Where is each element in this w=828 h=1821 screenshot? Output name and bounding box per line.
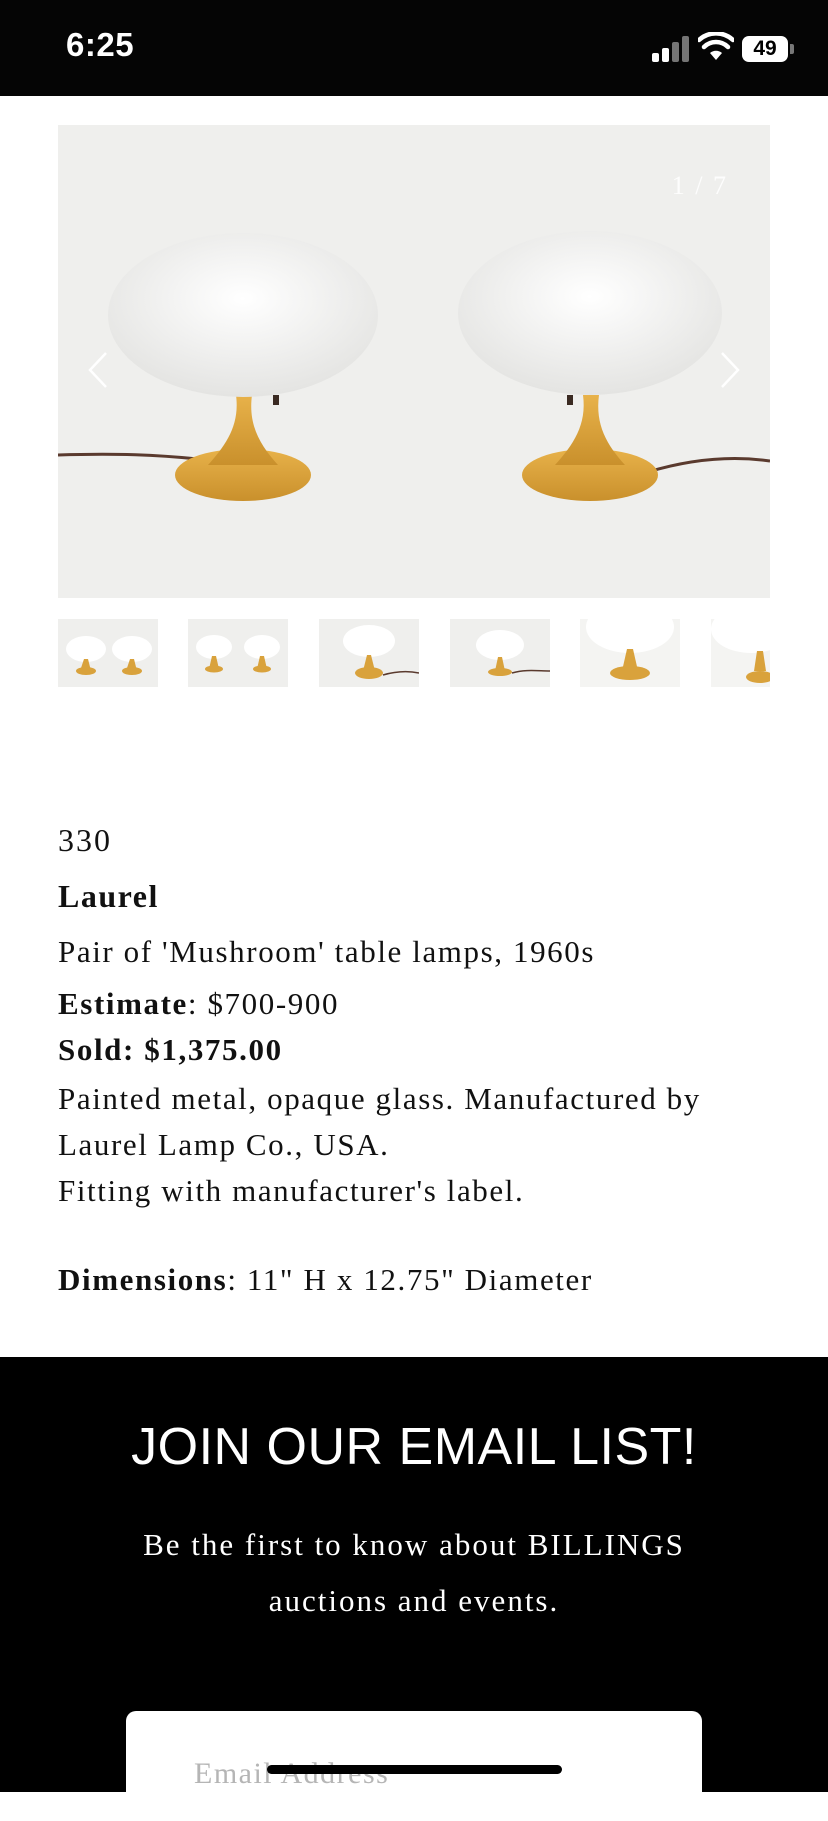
status-bar: 6:25 49: [0, 0, 828, 96]
chevron-right-icon: [721, 352, 740, 388]
status-time: 6:25: [66, 26, 135, 63]
description-line: Laurel Lamp Co., USA.: [58, 1127, 390, 1162]
estimate-row: Estimate: $700-900: [58, 986, 339, 1022]
email-signup-title: JOIN OUR EMAIL LIST!: [131, 1418, 697, 1476]
wifi-icon: [698, 32, 734, 60]
artist-name: Laurel: [58, 878, 159, 914]
image-counter: 1 / 7: [671, 171, 728, 200]
lot-number: 330: [58, 822, 112, 858]
estimate-value: : $700-900: [187, 986, 340, 1021]
lamps-photo: [58, 125, 770, 598]
next-image-button[interactable]: [710, 345, 750, 395]
sold-value: : $1,375.00: [123, 1032, 283, 1067]
lot-description: Painted metal, opaque glass. Manufacture…: [58, 1076, 778, 1214]
dimensions-value: : 11" H x 12.75" Diameter: [227, 1262, 593, 1297]
thumbnail-5[interactable]: [580, 619, 680, 687]
thumbnail-strip[interactable]: [58, 619, 770, 687]
thumbnail-6[interactable]: [711, 619, 770, 687]
thumbnail-3[interactable]: [319, 619, 419, 687]
thumbnail-1[interactable]: [58, 619, 158, 687]
description-line: Fitting with manufacturer's label.: [58, 1173, 525, 1208]
estimate-label: Estimate: [58, 986, 188, 1021]
lot-title: Pair of 'Mushroom' table lamps, 1960s: [58, 934, 596, 969]
home-indicator[interactable]: [267, 1765, 562, 1774]
battery-icon: 49: [742, 36, 794, 62]
sold-row: Sold: $1,375.00: [58, 1032, 283, 1068]
cellular-signal-icon: [652, 36, 690, 62]
previous-image-button[interactable]: [78, 345, 118, 395]
sold-label: Sold: [58, 1032, 123, 1067]
thumbnail-2[interactable]: [188, 619, 288, 687]
email-signup-section: JOIN OUR EMAIL LIST! Be the first to kno…: [0, 1357, 828, 1821]
dimensions-row: Dimensions: 11" H x 12.75" Diameter: [58, 1262, 593, 1298]
product-image-gallery[interactable]: 1 / 7: [58, 125, 770, 598]
thumbnail-4[interactable]: [450, 619, 550, 687]
description-line: Painted metal, opaque glass. Manufacture…: [58, 1081, 701, 1116]
dimensions-label: Dimensions: [58, 1262, 228, 1297]
chevron-left-icon: [88, 352, 107, 388]
email-field[interactable]: [192, 1751, 656, 1797]
email-signup-text: Be the first to know about BILLINGS auct…: [143, 1527, 685, 1618]
